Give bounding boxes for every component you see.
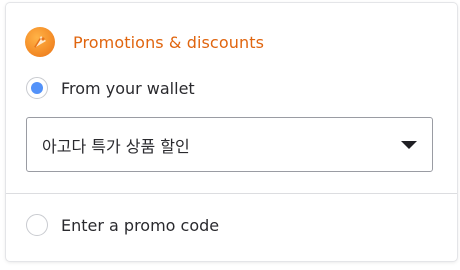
wallet-radio-button[interactable] [26,77,48,99]
divider [6,193,457,194]
wallet-select-value: 아고다 특가 상품 할인 [42,136,190,156]
wallet-radio-option[interactable]: From your wallet [26,77,195,99]
promotions-title: Promotions & discounts [73,32,265,52]
promo-code-radio-button[interactable] [26,214,48,236]
radio-selected-dot [31,82,43,94]
promo-code-radio-option[interactable]: Enter a promo code [26,214,219,236]
promotion-tag-icon [25,27,55,57]
promotions-header: Promotions & discounts [25,25,264,59]
promotions-card: Promotions & discounts From your wallet … [6,3,457,261]
wallet-radio-label: From your wallet [61,78,195,98]
caret-down-icon [401,140,417,149]
wallet-promotion-select[interactable]: 아고다 특가 상품 할인 [26,117,433,172]
promo-code-radio-label: Enter a promo code [61,215,220,235]
